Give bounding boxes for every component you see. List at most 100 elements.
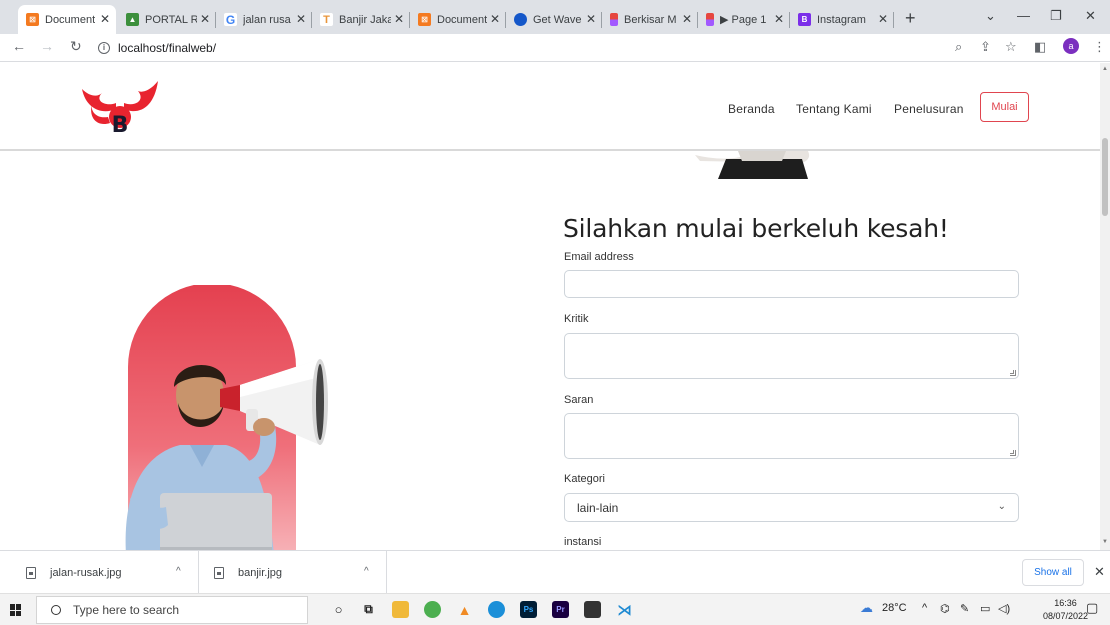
page-scrollbar[interactable]: ▲ ▼ bbox=[1100, 63, 1110, 550]
clock-time: 16:36 bbox=[1054, 598, 1077, 608]
scrollbar-thumb[interactable] bbox=[1102, 138, 1108, 216]
address-bar[interactable]: i localhost/finalweb/ bbox=[98, 37, 216, 58]
terminal-icon[interactable] bbox=[584, 601, 601, 618]
close-tab-icon[interactable]: ✕ bbox=[490, 12, 500, 26]
weather-icon[interactable]: ☁ bbox=[860, 600, 873, 616]
windows-start-icon[interactable] bbox=[10, 604, 22, 616]
winged-b-logo[interactable]: B bbox=[80, 75, 160, 137]
scroll-down-arrow-icon[interactable]: ▼ bbox=[1102, 539, 1108, 545]
kritik-textarea[interactable] bbox=[564, 333, 1019, 379]
weather-temp[interactable]: 28°C bbox=[882, 602, 907, 614]
close-tab-icon[interactable]: ✕ bbox=[586, 12, 596, 26]
vlc-icon[interactable]: ▲ bbox=[456, 601, 473, 618]
menu-icon[interactable]: ⋮ bbox=[1093, 39, 1106, 55]
show-all-button[interactable]: Show all bbox=[1022, 559, 1084, 586]
web-page: B Beranda Tentang Kami Penelusuran Mulai bbox=[0, 63, 1100, 550]
close-tab-icon[interactable]: ✕ bbox=[774, 12, 784, 26]
taskbar-search[interactable]: Type here to search bbox=[36, 596, 308, 624]
figma-icon bbox=[706, 13, 714, 26]
browser-tab-1[interactable]: ▲ PORTAL R ✕ bbox=[118, 5, 216, 34]
close-tab-icon[interactable]: ✕ bbox=[394, 12, 404, 26]
back-icon[interactable]: ← bbox=[12, 38, 26, 54]
vscode-icon[interactable]: ⋊ bbox=[616, 601, 633, 619]
profile-avatar[interactable]: a bbox=[1063, 38, 1079, 54]
forward-icon[interactable]: → bbox=[40, 38, 54, 54]
taskbar-clock[interactable]: 16:36 08/07/2022 bbox=[1043, 597, 1088, 623]
file-explorer-icon[interactable] bbox=[392, 601, 409, 618]
saran-textarea[interactable] bbox=[564, 413, 1019, 459]
restore-icon[interactable]: ❐ bbox=[1050, 8, 1062, 24]
tab-title: ▶ Page 1 bbox=[720, 14, 767, 26]
email-input[interactable] bbox=[564, 270, 1019, 298]
share-icon[interactable]: ⇪ bbox=[980, 39, 991, 55]
tab-title: Get Wave bbox=[533, 13, 582, 26]
battery-icon[interactable]: ▭ bbox=[980, 602, 990, 615]
kategori-selected-value: lain-lain bbox=[577, 501, 619, 515]
tab-search-icon[interactable]: ⌄ bbox=[985, 8, 996, 24]
instansi-label: instansi bbox=[564, 536, 602, 548]
close-download-bar-icon[interactable]: ✕ bbox=[1094, 564, 1105, 580]
pen-icon[interactable]: ✎ bbox=[960, 602, 969, 615]
close-tab-icon[interactable]: ✕ bbox=[200, 12, 210, 26]
chevron-up-icon[interactable]: ^ bbox=[176, 566, 181, 577]
browser-tab-3[interactable]: T Banjir Jaka ✕ bbox=[312, 5, 410, 34]
close-tab-icon[interactable]: ✕ bbox=[296, 12, 306, 26]
tab-title: Banjir Jaka bbox=[339, 13, 391, 26]
chevron-up-icon[interactable]: ^ bbox=[922, 602, 927, 614]
task-view-icon[interactable]: ⧉ bbox=[360, 601, 377, 618]
browser-tab-2[interactable]: G jalan rusa ✕ bbox=[216, 5, 312, 34]
kategori-select[interactable]: lain-lain ⌄ bbox=[564, 493, 1019, 522]
browser-tab-5[interactable]: Get Wave ✕ bbox=[506, 5, 602, 34]
side-panel-icon[interactable]: ◧ bbox=[1034, 39, 1046, 55]
megaphone-man-illustration bbox=[125, 285, 328, 550]
nav-tentang-kami[interactable]: Tentang Kami bbox=[796, 102, 872, 116]
site-navbar: B Beranda Tentang Kami Penelusuran Mulai bbox=[0, 63, 1100, 151]
premiere-icon[interactable]: Pr bbox=[552, 601, 569, 618]
chrome-icon[interactable] bbox=[424, 601, 441, 618]
nav-beranda[interactable]: Beranda bbox=[728, 102, 775, 116]
new-tab-icon[interactable]: + bbox=[905, 8, 916, 29]
notification-icon[interactable]: ▢ bbox=[1086, 600, 1098, 616]
volume-icon[interactable]: ◁) bbox=[998, 602, 1010, 615]
tab-title: Document bbox=[437, 13, 488, 26]
resize-handle[interactable] bbox=[1010, 370, 1016, 376]
wave-icon bbox=[514, 13, 527, 26]
minimize-icon[interactable]: — bbox=[1017, 8, 1030, 23]
info-icon[interactable]: i bbox=[98, 41, 110, 54]
close-tab-icon[interactable]: ✕ bbox=[100, 12, 110, 26]
close-tab-icon[interactable]: ✕ bbox=[682, 12, 692, 26]
bookmark-star-icon[interactable]: ☆ bbox=[1005, 39, 1017, 55]
close-tab-icon[interactable]: ✕ bbox=[878, 12, 888, 26]
tab-title: Instagram bbox=[817, 13, 866, 26]
close-window-icon[interactable]: ✕ bbox=[1085, 8, 1096, 24]
download-item-0[interactable]: jalan-rusak.jpg bbox=[26, 551, 122, 594]
browser-tab-4[interactable]: ⊠ Document ✕ bbox=[410, 5, 506, 34]
download-bar: jalan-rusak.jpg ^ banjir.jpg ^ Show all … bbox=[0, 550, 1110, 594]
search-icon bbox=[51, 605, 61, 615]
browser-tab-7[interactable]: ▶ Page 1 ✕ bbox=[698, 5, 790, 34]
address-text: localhost/finalweb/ bbox=[118, 40, 217, 55]
cortana-icon[interactable]: ○ bbox=[330, 601, 347, 618]
google-icon: G bbox=[224, 12, 237, 27]
tab-title: jalan rusa bbox=[243, 13, 291, 26]
browser-tab-0[interactable]: ⊠ Document ✕ bbox=[18, 5, 116, 34]
network-icon[interactable]: ⌬ bbox=[940, 602, 950, 615]
nav-penelusuran[interactable]: Penelusuran bbox=[894, 102, 964, 116]
browser-toolbar: ← → ↻ i localhost/finalweb/ ⌕ ⇪ ☆ ◧ ⋮ bbox=[0, 34, 1110, 62]
chevron-up-icon[interactable]: ^ bbox=[364, 566, 369, 577]
resize-handle[interactable] bbox=[1010, 450, 1016, 456]
download-filename: banjir.jpg bbox=[238, 566, 283, 579]
edge-icon[interactable] bbox=[488, 601, 505, 618]
browser-tab-6[interactable]: Berkisar M ✕ bbox=[602, 5, 698, 34]
reload-icon[interactable]: ↻ bbox=[70, 38, 82, 55]
zoom-icon[interactable]: ⌕ bbox=[955, 39, 962, 55]
photoshop-icon[interactable]: Ps bbox=[520, 601, 537, 618]
mulai-button[interactable]: Mulai bbox=[980, 92, 1029, 122]
email-label: Email address bbox=[564, 251, 634, 263]
scroll-up-arrow-icon[interactable]: ▲ bbox=[1102, 66, 1108, 72]
browser-tab-8[interactable]: B Instagram ✕ bbox=[790, 5, 894, 34]
download-item-1[interactable]: banjir.jpg bbox=[214, 551, 282, 594]
xampp-icon: ⊠ bbox=[418, 13, 431, 26]
tab-title: Document bbox=[45, 13, 96, 26]
tab-title: Berkisar M bbox=[624, 13, 676, 26]
